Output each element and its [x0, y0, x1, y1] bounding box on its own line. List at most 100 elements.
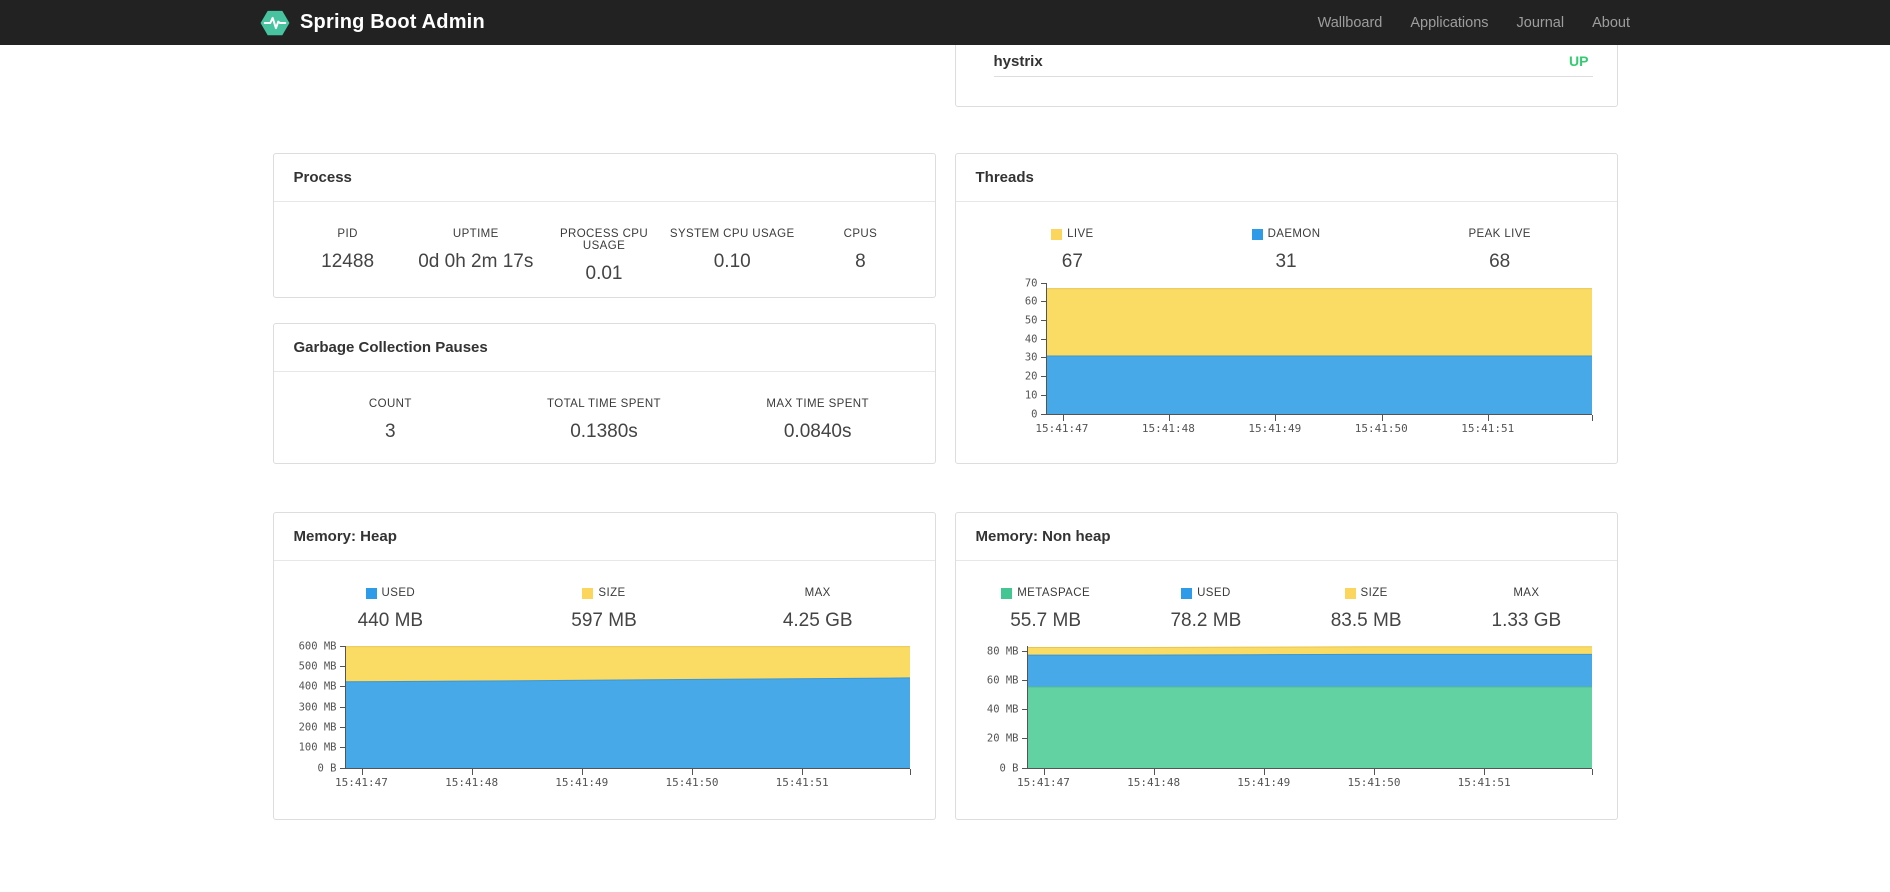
y-axis-tick-mark — [1021, 680, 1028, 682]
gc-metrics: COUNT 3 TOTAL TIME SPENT 0.1380s MAX TIM… — [274, 372, 935, 443]
x-axis-tick-label: 15:41:50 — [665, 776, 719, 789]
legend-threads-daemon: DAEMON 31 — [1179, 228, 1393, 273]
y-axis-tick-label: 100 MB — [298, 741, 337, 754]
metric-gc-total-time: TOTAL TIME SPENT 0.1380s — [497, 398, 711, 443]
y-axis-tick-mark — [339, 686, 346, 688]
heap-card-title: Memory: Heap — [293, 528, 397, 545]
metric-label: METASPACE — [966, 587, 1126, 599]
x-axis-tick-label: 15:41:48 — [1141, 422, 1195, 435]
metric-value: 597 MB — [571, 610, 637, 631]
gc-pauses-card: Garbage Collection Pauses COUNT 3 TOTAL … — [272, 323, 936, 464]
metric-label: PROCESS CPU USAGE — [559, 228, 649, 252]
gc-card-title: Garbage Collection Pauses — [293, 339, 488, 356]
threads-card-header: Threads — [955, 154, 1617, 202]
legend-label: METASPACE — [1017, 587, 1091, 599]
metric-value: 4.25 GB — [782, 610, 853, 631]
area-chart-svg — [345, 646, 910, 768]
y-axis-tick-label: 40 — [1024, 332, 1038, 345]
y-axis-tick-label: 40 MB — [986, 703, 1019, 716]
metric-value: 0.0840s — [783, 421, 852, 442]
metric-label: USED — [284, 587, 498, 599]
legend-nonheap-used: USED 78.2 MB — [1126, 587, 1286, 632]
metric-process-cpu-usage: PROCESS CPU USAGE 0.01 — [540, 228, 668, 285]
chart-plot-column: 0 B 100 MB 200 MB 300 MB 400 MB 500 MB 600 MB … — [299, 641, 911, 791]
y-axis-tick-mark — [339, 726, 346, 728]
nav-item-about[interactable]: About — [1592, 15, 1630, 31]
x-axis-tick-label: 15:41:50 — [1354, 422, 1408, 435]
brand-link[interactable]: Spring Boot Admin — [260, 9, 485, 37]
series-area-metaspace — [1027, 686, 1592, 768]
legend-label: DAEMON — [1267, 228, 1321, 240]
process-metrics: PID 12488 UPTIME 0d 0h 2m 17s PROCESS CP… — [274, 202, 935, 285]
area-chart-svg — [1027, 646, 1592, 768]
nav-links: Wallboard Applications Journal About — [1318, 15, 1630, 31]
legend-threads-peak-live: PEAK LIVE 68 — [1393, 228, 1607, 273]
y-axis-tick-label: 0 B — [317, 761, 337, 774]
y-axis-tick-mark — [1021, 709, 1028, 711]
nav-item-journal[interactable]: Journal — [1517, 15, 1565, 31]
heap-card-header: Memory: Heap — [273, 513, 935, 561]
metric-label: MAX — [1513, 587, 1540, 599]
y-axis-tick-label: 70 — [1024, 276, 1038, 289]
y-axis-tick-label: 400 MB — [298, 680, 337, 693]
y-axis-tick-label: 600 MB — [298, 639, 337, 652]
legend-label: LIVE — [1067, 228, 1094, 240]
metric-value: 3 — [385, 421, 396, 442]
y-axis-tick-mark — [339, 706, 346, 708]
left-column-spacer — [273, 45, 936, 153]
legend-heap-size: SIZE 597 MB — [497, 587, 711, 632]
metric-label: COUNT — [368, 398, 412, 410]
metric-value: 83.5 MB — [1330, 610, 1402, 631]
y-axis-tick-label: 60 — [1024, 295, 1038, 308]
metric-cpus: CPUS 8 — [796, 228, 924, 285]
navbar: Spring Boot Admin Wallboard Applications… — [0, 0, 1890, 45]
x-axis-tick-label: 15:41:48 — [445, 776, 499, 789]
y-axis-tick-mark — [1021, 651, 1028, 653]
y-axis-tick-label: 60 MB — [986, 674, 1019, 687]
nav-item-applications[interactable]: Applications — [1410, 15, 1488, 31]
series-area-daemon — [1046, 355, 1592, 414]
nonheap-legend: METASPACE 55.7 MB USED 78.2 MB SIZE 83.5… — [956, 561, 1617, 632]
process-card-header: Process — [273, 154, 935, 202]
memory-heap-card: Memory: Heap USED 440 MB SIZE 597 MB MAX… — [272, 512, 936, 820]
x-axis-tick-label: 15:41:49 — [1237, 776, 1291, 789]
metric-value: 0.10 — [713, 251, 751, 272]
y-axis-tick-mark — [1040, 394, 1047, 396]
y-axis-tick-mark — [339, 645, 346, 647]
x-axis-tick-label: 15:41:51 — [1457, 776, 1511, 789]
chart-plot-area: 0 10 20 30 40 50 60 70 — [1025, 278, 1593, 421]
legend-swatch-used — [1181, 587, 1193, 599]
chart-plot-area: 0 B 20 MB 40 MB 60 MB 80 MB — [987, 646, 1593, 775]
nonheap-card-title: Memory: Non heap — [975, 528, 1111, 545]
brand-title: Spring Boot Admin — [300, 11, 485, 33]
row-divider — [993, 76, 1593, 77]
chart-x-axis-labels: 15:41:47 15:41:48 15:41:49 15:41:50 15:41:51 — [335, 769, 910, 791]
metric-value: 8 — [855, 251, 866, 272]
nav-item-wallboard[interactable]: Wallboard — [1318, 15, 1383, 31]
metric-pid: PID 12488 — [284, 228, 412, 285]
metric-value: 12488 — [321, 251, 375, 272]
metric-label: CPUS — [843, 228, 878, 240]
application-name: hystrix — [993, 52, 1043, 70]
memory-nonheap-card: Memory: Non heap METASPACE 55.7 MB USED … — [954, 512, 1618, 820]
y-axis-tick-label: 20 — [1024, 370, 1038, 383]
chart-plot-area: 0 B 100 MB 200 MB 300 MB 400 MB 500 MB 600 MB — [299, 641, 911, 775]
process-card-title: Process — [293, 169, 352, 186]
y-axis-tick-label: 50 — [1024, 314, 1038, 327]
main-content: Process PID 12488 UPTIME 0d 0h 2m 17s PR… — [272, 0, 1618, 820]
y-axis-tick-label: 30 — [1024, 351, 1038, 364]
area-chart-svg — [1046, 283, 1592, 414]
metric-label: USED — [1126, 587, 1286, 599]
left-column: Process PID 12488 UPTIME 0d 0h 2m 17s PR… — [272, 45, 936, 820]
x-axis-tick-mark — [1591, 415, 1593, 421]
legend-threads-live: LIVE 67 — [966, 228, 1180, 273]
x-axis-tick-label: 15:41:47 — [334, 776, 388, 789]
metric-label: TOTAL TIME SPENT — [547, 398, 661, 410]
metric-system-cpu-usage: SYSTEM CPU USAGE 0.10 — [668, 228, 796, 285]
metric-value: 31 — [1275, 251, 1297, 272]
application-row[interactable]: hystrix UP — [956, 46, 1617, 76]
legend-swatch-metaspace — [1001, 587, 1013, 599]
legend-nonheap-size: SIZE 83.5 MB — [1286, 587, 1446, 632]
metric-value: 67 — [1061, 251, 1083, 272]
y-axis-tick-label: 80 MB — [986, 645, 1019, 658]
